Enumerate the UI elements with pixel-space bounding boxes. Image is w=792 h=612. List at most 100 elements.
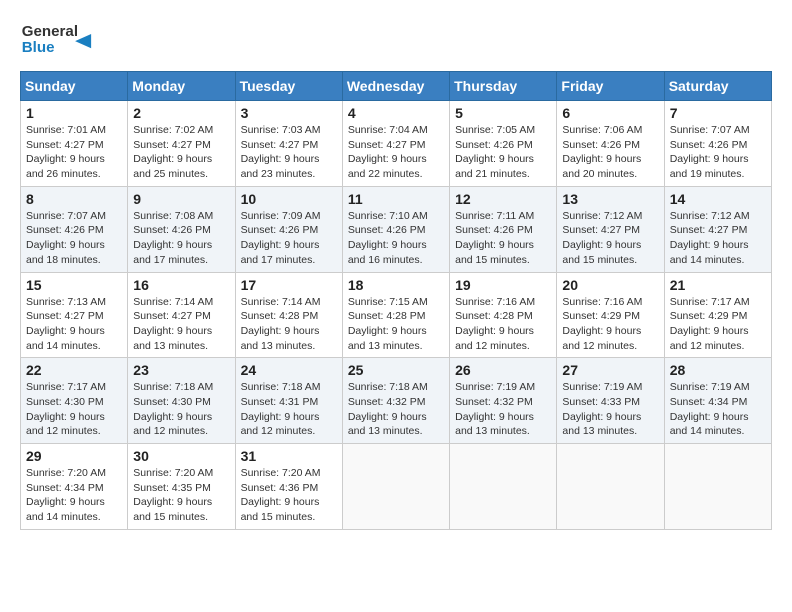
weekday-header-monday: Monday [128,72,235,101]
calendar-cell: 7 Sunrise: 7:07 AM Sunset: 4:26 PM Dayli… [664,101,771,187]
day-number: 17 [241,277,337,293]
day-number: 24 [241,362,337,378]
calendar-cell: 21 Sunrise: 7:17 AM Sunset: 4:29 PM Dayl… [664,272,771,358]
day-info: Sunrise: 7:09 AM Sunset: 4:26 PM Dayligh… [241,210,321,266]
calendar-cell: 9 Sunrise: 7:08 AM Sunset: 4:26 PM Dayli… [128,186,235,272]
day-number: 25 [348,362,444,378]
day-info: Sunrise: 7:20 AM Sunset: 4:36 PM Dayligh… [241,467,321,523]
calendar-cell: 11 Sunrise: 7:10 AM Sunset: 4:26 PM Dayl… [342,186,449,272]
day-info: Sunrise: 7:06 AM Sunset: 4:26 PM Dayligh… [562,124,642,180]
day-info: Sunrise: 7:15 AM Sunset: 4:28 PM Dayligh… [348,296,428,352]
day-info: Sunrise: 7:17 AM Sunset: 4:30 PM Dayligh… [26,381,106,437]
calendar-week-3: 15 Sunrise: 7:13 AM Sunset: 4:27 PM Dayl… [21,272,772,358]
day-number: 2 [133,105,229,121]
page-header: General Blue [20,16,772,61]
weekday-header-wednesday: Wednesday [342,72,449,101]
day-info: Sunrise: 7:14 AM Sunset: 4:28 PM Dayligh… [241,296,321,352]
weekday-header-tuesday: Tuesday [235,72,342,101]
day-number: 27 [562,362,658,378]
day-info: Sunrise: 7:08 AM Sunset: 4:26 PM Dayligh… [133,210,213,266]
day-number: 16 [133,277,229,293]
calendar-week-5: 29 Sunrise: 7:20 AM Sunset: 4:34 PM Dayl… [21,444,772,530]
day-number: 15 [26,277,122,293]
day-number: 14 [670,191,766,207]
calendar-cell: 30 Sunrise: 7:20 AM Sunset: 4:35 PM Dayl… [128,444,235,530]
calendar-cell [557,444,664,530]
calendar-week-4: 22 Sunrise: 7:17 AM Sunset: 4:30 PM Dayl… [21,358,772,444]
day-info: Sunrise: 7:07 AM Sunset: 4:26 PM Dayligh… [670,124,750,180]
day-info: Sunrise: 7:17 AM Sunset: 4:29 PM Dayligh… [670,296,750,352]
day-info: Sunrise: 7:12 AM Sunset: 4:27 PM Dayligh… [562,210,642,266]
day-number: 8 [26,191,122,207]
calendar-cell [342,444,449,530]
day-number: 29 [26,448,122,464]
day-number: 3 [241,105,337,121]
weekday-header-thursday: Thursday [450,72,557,101]
day-info: Sunrise: 7:18 AM Sunset: 4:30 PM Dayligh… [133,381,213,437]
calendar-cell: 28 Sunrise: 7:19 AM Sunset: 4:34 PM Dayl… [664,358,771,444]
day-number: 13 [562,191,658,207]
day-number: 10 [241,191,337,207]
day-info: Sunrise: 7:16 AM Sunset: 4:29 PM Dayligh… [562,296,642,352]
day-number: 1 [26,105,122,121]
calendar-cell: 20 Sunrise: 7:16 AM Sunset: 4:29 PM Dayl… [557,272,664,358]
calendar-cell: 27 Sunrise: 7:19 AM Sunset: 4:33 PM Dayl… [557,358,664,444]
day-number: 28 [670,362,766,378]
day-info: Sunrise: 7:20 AM Sunset: 4:35 PM Dayligh… [133,467,213,523]
calendar-cell: 16 Sunrise: 7:14 AM Sunset: 4:27 PM Dayl… [128,272,235,358]
calendar-cell: 4 Sunrise: 7:04 AM Sunset: 4:27 PM Dayli… [342,101,449,187]
day-number: 12 [455,191,551,207]
calendar-table: SundayMondayTuesdayWednesdayThursdayFrid… [20,71,772,530]
svg-text:Blue: Blue [22,39,55,56]
calendar-cell: 23 Sunrise: 7:18 AM Sunset: 4:30 PM Dayl… [128,358,235,444]
day-info: Sunrise: 7:13 AM Sunset: 4:27 PM Dayligh… [26,296,106,352]
day-number: 30 [133,448,229,464]
logo: General Blue [20,16,100,61]
day-number: 23 [133,362,229,378]
day-info: Sunrise: 7:05 AM Sunset: 4:26 PM Dayligh… [455,124,535,180]
day-number: 6 [562,105,658,121]
calendar-cell: 15 Sunrise: 7:13 AM Sunset: 4:27 PM Dayl… [21,272,128,358]
calendar-cell: 26 Sunrise: 7:19 AM Sunset: 4:32 PM Dayl… [450,358,557,444]
day-info: Sunrise: 7:20 AM Sunset: 4:34 PM Dayligh… [26,467,106,523]
day-info: Sunrise: 7:19 AM Sunset: 4:33 PM Dayligh… [562,381,642,437]
calendar-cell: 5 Sunrise: 7:05 AM Sunset: 4:26 PM Dayli… [450,101,557,187]
day-info: Sunrise: 7:18 AM Sunset: 4:31 PM Dayligh… [241,381,321,437]
weekday-header-sunday: Sunday [21,72,128,101]
day-number: 21 [670,277,766,293]
day-info: Sunrise: 7:14 AM Sunset: 4:27 PM Dayligh… [133,296,213,352]
weekday-header-saturday: Saturday [664,72,771,101]
day-number: 9 [133,191,229,207]
day-number: 22 [26,362,122,378]
day-number: 31 [241,448,337,464]
calendar-cell: 17 Sunrise: 7:14 AM Sunset: 4:28 PM Dayl… [235,272,342,358]
calendar-cell: 22 Sunrise: 7:17 AM Sunset: 4:30 PM Dayl… [21,358,128,444]
calendar-cell: 25 Sunrise: 7:18 AM Sunset: 4:32 PM Dayl… [342,358,449,444]
calendar-cell [450,444,557,530]
calendar-cell: 14 Sunrise: 7:12 AM Sunset: 4:27 PM Dayl… [664,186,771,272]
weekday-header-friday: Friday [557,72,664,101]
day-info: Sunrise: 7:02 AM Sunset: 4:27 PM Dayligh… [133,124,213,180]
day-number: 20 [562,277,658,293]
day-info: Sunrise: 7:03 AM Sunset: 4:27 PM Dayligh… [241,124,321,180]
day-info: Sunrise: 7:19 AM Sunset: 4:34 PM Dayligh… [670,381,750,437]
calendar-week-2: 8 Sunrise: 7:07 AM Sunset: 4:26 PM Dayli… [21,186,772,272]
svg-text:General: General [22,23,78,40]
day-info: Sunrise: 7:07 AM Sunset: 4:26 PM Dayligh… [26,210,106,266]
day-info: Sunrise: 7:10 AM Sunset: 4:26 PM Dayligh… [348,210,428,266]
calendar-cell: 24 Sunrise: 7:18 AM Sunset: 4:31 PM Dayl… [235,358,342,444]
calendar-cell: 3 Sunrise: 7:03 AM Sunset: 4:27 PM Dayli… [235,101,342,187]
calendar-cell: 10 Sunrise: 7:09 AM Sunset: 4:26 PM Dayl… [235,186,342,272]
day-number: 7 [670,105,766,121]
calendar-cell: 12 Sunrise: 7:11 AM Sunset: 4:26 PM Dayl… [450,186,557,272]
day-info: Sunrise: 7:19 AM Sunset: 4:32 PM Dayligh… [455,381,535,437]
calendar-cell: 31 Sunrise: 7:20 AM Sunset: 4:36 PM Dayl… [235,444,342,530]
day-info: Sunrise: 7:04 AM Sunset: 4:27 PM Dayligh… [348,124,428,180]
calendar-week-1: 1 Sunrise: 7:01 AM Sunset: 4:27 PM Dayli… [21,101,772,187]
day-info: Sunrise: 7:16 AM Sunset: 4:28 PM Dayligh… [455,296,535,352]
day-info: Sunrise: 7:11 AM Sunset: 4:26 PM Dayligh… [455,210,534,266]
day-info: Sunrise: 7:12 AM Sunset: 4:27 PM Dayligh… [670,210,750,266]
calendar-cell [664,444,771,530]
day-info: Sunrise: 7:18 AM Sunset: 4:32 PM Dayligh… [348,381,428,437]
calendar-cell: 8 Sunrise: 7:07 AM Sunset: 4:26 PM Dayli… [21,186,128,272]
